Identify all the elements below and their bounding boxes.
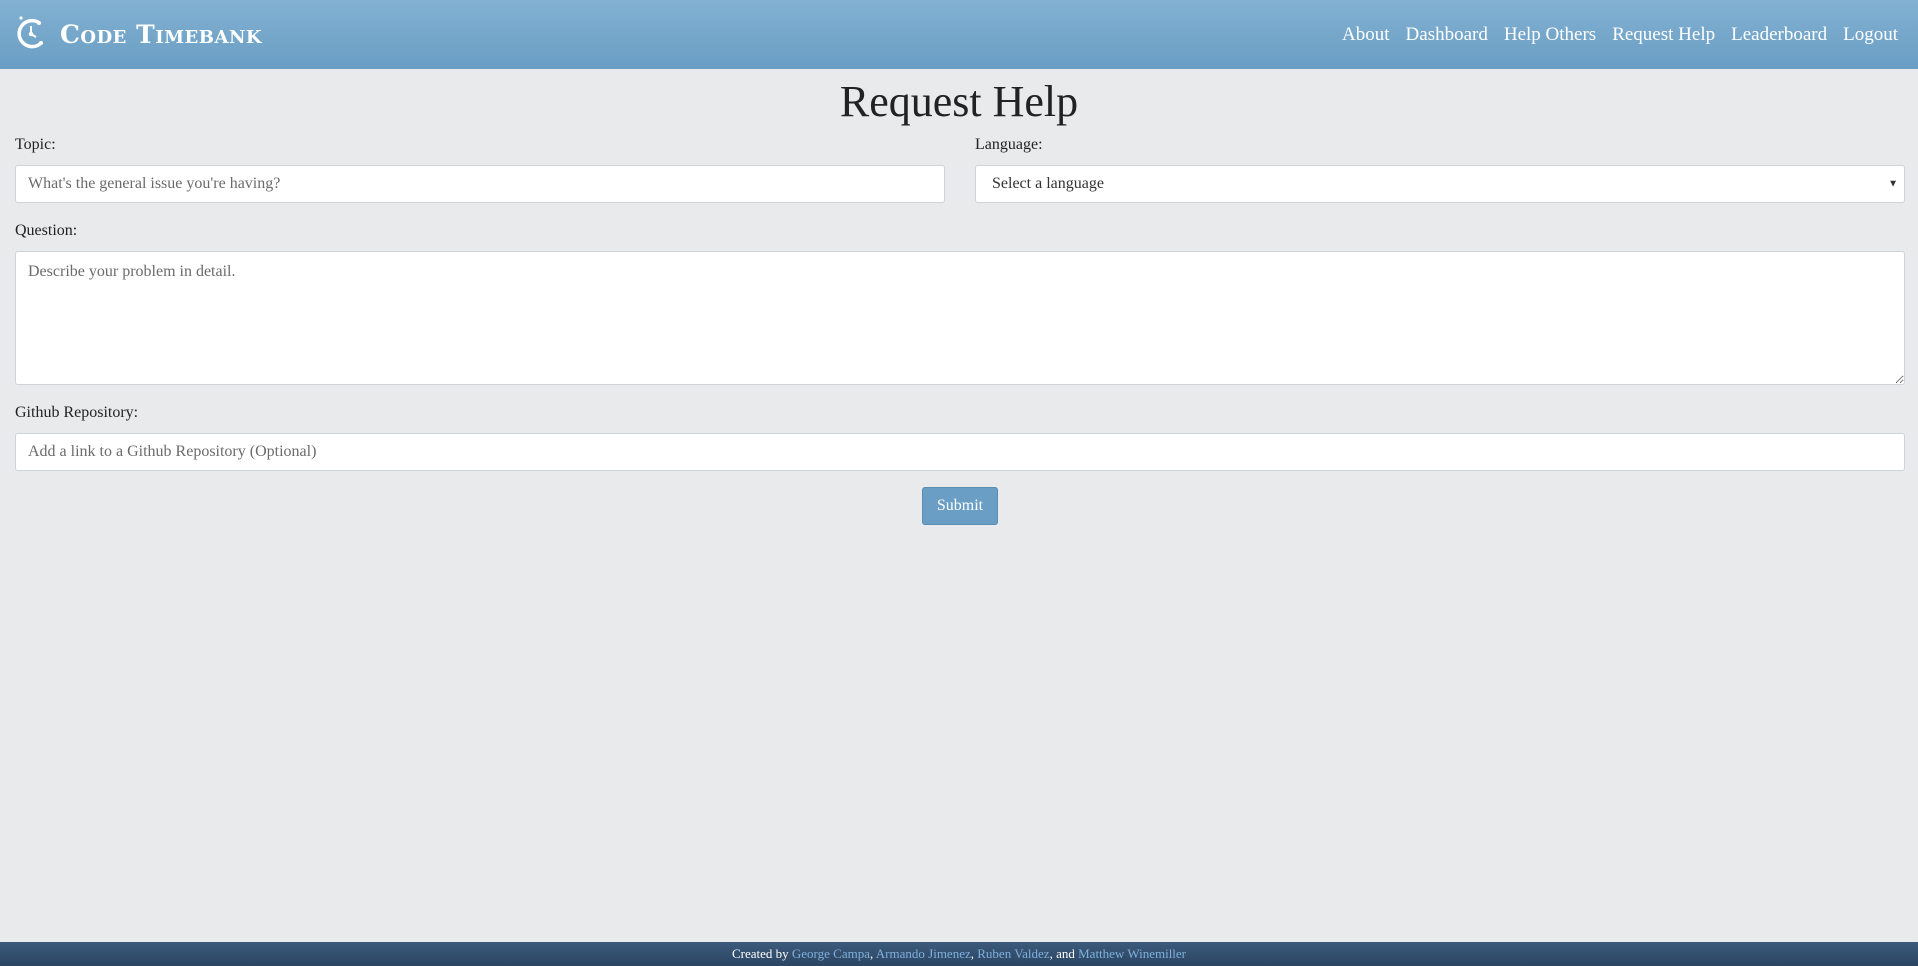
github-input[interactable] [15,433,1905,471]
footer-separator: , and [1049,946,1079,961]
nav-request-help[interactable]: Request Help [1612,24,1715,46]
page-title: Request Help [839,77,1079,126]
footer: Created by George Campa, Armando Jimenez… [0,942,1918,966]
brand-name[interactable]: Code Timebank [60,20,262,49]
caret-down-icon: ▼ [1888,178,1898,190]
nav-about[interactable]: About [1342,24,1390,46]
clock-c-logo-icon [17,16,43,49]
topic-label: Topic: [15,136,56,153]
footer-prefix: Created by [731,946,789,961]
github-label: Github Repository: [15,404,139,421]
nav-dashboard[interactable]: Dashboard [1406,24,1488,46]
language-label: Language: [975,136,1043,153]
topic-input[interactable] [15,165,945,203]
submit-button[interactable]: Submit [922,487,998,525]
question-label: Question: [15,222,78,239]
nav-leaderboard[interactable]: Leaderboard [1731,24,1827,46]
author-link-matthew-winemiller[interactable]: Matthew Winemiller [1078,946,1186,961]
nav-help-others[interactable]: Help Others [1504,24,1596,46]
brand-link[interactable]: Code Timebank [14,12,262,56]
author-link-george-campa[interactable]: George Campa [792,946,870,961]
question-textarea[interactable] [15,251,1905,385]
author-link-armando-jimenez[interactable]: Armando Jimenez [876,946,971,961]
language-select[interactable]: Select a language ▼ [975,165,1905,203]
nav-logout[interactable]: Logout [1843,24,1898,46]
language-select-value: Select a language [992,175,1104,192]
nav-links: About Dashboard Help Others Request Help… [1326,0,1898,69]
top-navbar: Code Timebank About Dashboard Help Other… [0,0,1918,69]
author-link-ruben-valdez[interactable]: Ruben Valdez [977,946,1049,961]
